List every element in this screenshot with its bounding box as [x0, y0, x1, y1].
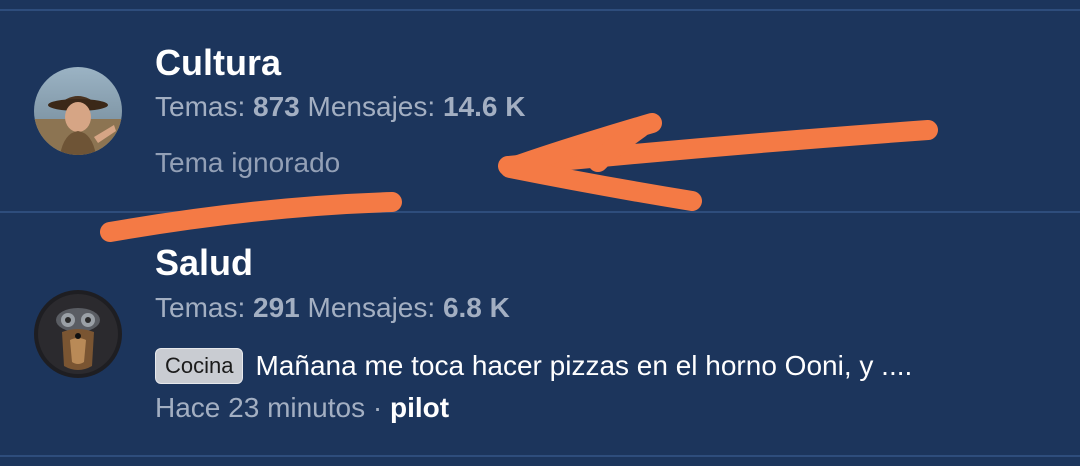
bottom-divider	[0, 455, 1080, 457]
messages-count: 6.8 K	[442, 292, 510, 323]
forum-stats: Temas: 873 Mensajes: 14.6 K	[155, 91, 525, 123]
last-post-author[interactable]: pilot	[390, 392, 449, 423]
last-post-time: Hace 23 minutos	[155, 392, 366, 423]
ignored-thread-label: Tema ignorado	[155, 147, 341, 178]
messages-label: Mensajes:	[307, 292, 436, 323]
thread-tag-badge[interactable]: Cocina	[155, 348, 244, 384]
topics-label: Temas:	[155, 292, 246, 323]
last-post-meta: Hace 23 minutos · pilot	[155, 392, 449, 424]
meta-separator: ·	[372, 392, 383, 423]
last-thread-title[interactable]: Mañana me toca hacer pizzas en el horno …	[255, 350, 912, 382]
forum-row-salud[interactable]: Salud Temas: 291 Mensajes: 6.8 K Cocina …	[0, 212, 1080, 456]
topics-label: Temas:	[155, 91, 246, 122]
last-post[interactable]: Cocina Mañana me toca hacer pizzas en el…	[155, 348, 912, 384]
topics-count: 873	[253, 91, 300, 122]
forum-row-cultura[interactable]: Cultura Temas: 873 Mensajes: 14.6 K Tema…	[0, 0, 1080, 212]
forum-avatar[interactable]	[34, 290, 122, 378]
forum-stats: Temas: 291 Mensajes: 6.8 K	[155, 292, 510, 324]
messages-label: Mensajes:	[307, 91, 436, 122]
forum-title[interactable]: Salud	[155, 243, 253, 283]
forum-avatar[interactable]	[34, 67, 122, 155]
forum-title[interactable]: Cultura	[155, 43, 281, 83]
topics-count: 291	[253, 292, 300, 323]
messages-count: 14.6 K	[442, 91, 526, 122]
